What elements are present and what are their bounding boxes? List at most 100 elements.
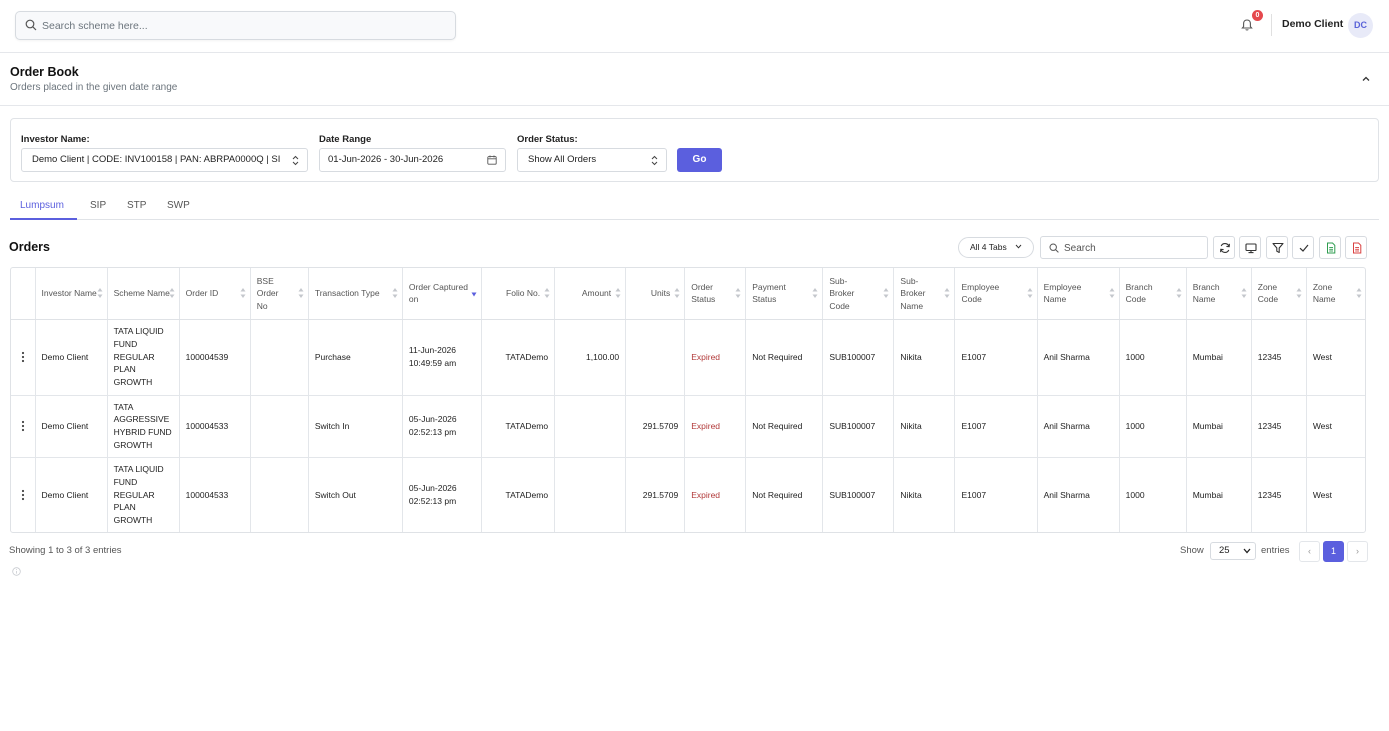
column-header-bse-order-no[interactable]: BSE Order No [250, 268, 309, 320]
info-icon[interactable] [12, 567, 21, 576]
table-search-box[interactable] [1040, 236, 1208, 259]
column-header-label: Order Status [691, 281, 716, 305]
column-header-investor-name[interactable]: Investor Name [35, 268, 108, 320]
order-status-select[interactable]: Show All Orders [517, 148, 667, 172]
table-search-input[interactable] [1064, 241, 1204, 255]
cell-employee-name: Anil Sharma [1037, 395, 1120, 458]
orders-table-container: Investor Name Scheme Name Order ID BSE O… [10, 267, 1366, 533]
tab-swp[interactable]: SWP [167, 200, 190, 211]
select-button[interactable] [1292, 236, 1314, 259]
chevron-down-icon [1243, 548, 1251, 554]
table-row[interactable]: Demo Client TATA LIQUID FUND REGULAR PLA… [11, 457, 1365, 532]
page-header: Order Book Orders placed in the given da… [0, 53, 1389, 106]
column-header-units[interactable]: Units [625, 268, 686, 320]
top-bar: 0 Demo Client DC [0, 0, 1389, 53]
column-header-sub-broker-name[interactable]: Sub-Broker Name [893, 268, 956, 320]
column-header-employee-name[interactable]: Employee Name [1037, 268, 1120, 320]
page-size-value: 25 [1219, 545, 1230, 556]
table-row[interactable]: Demo Client TATA AGGRESSIVE HYBRID FUND … [11, 395, 1365, 458]
kebab-menu-icon[interactable] [21, 351, 25, 363]
column-header-order-captured-on[interactable]: Order Captured on [402, 268, 482, 320]
cell-units [625, 319, 686, 396]
cell-order-id: 100004539 [179, 319, 251, 396]
notification-count-badge: 0 [1252, 10, 1263, 21]
cell-employee-code: E1007 [954, 457, 1038, 532]
sort-icon [392, 288, 398, 298]
cell-bse-order-no [250, 395, 309, 458]
column-header-payment-status[interactable]: Payment Status [745, 268, 824, 320]
cell-zone-code: 12345 [1251, 395, 1307, 458]
column-header-label: BSE Order No [256, 275, 279, 311]
table-row[interactable]: Demo Client TATA LIQUID FUND REGULAR PLA… [11, 319, 1365, 396]
active-tab-indicator [10, 218, 77, 220]
cell-amount: 1,100.00 [554, 319, 627, 396]
kebab-menu-icon[interactable] [21, 489, 25, 501]
sort-icon [883, 288, 889, 298]
table-header-row: Investor Name Scheme Name Order ID BSE O… [11, 268, 1365, 320]
date-range-input[interactable]: 01-Jun-2026 - 30-Jun-2026 [319, 148, 506, 172]
column-header-order-status[interactable]: Order Status [684, 268, 747, 320]
order-type-tabs: Lumpsum SIP STP SWP [10, 192, 1379, 220]
cell-folio-no: TATADemo [481, 395, 556, 458]
sort-icon [298, 288, 304, 298]
investor-name-select[interactable]: Demo Client | CODE: INV100158 | PAN: ABR… [21, 148, 308, 172]
cell-units: 291.5709 [625, 457, 686, 532]
sort-icon [1356, 288, 1362, 298]
notification-bell-icon[interactable] [1240, 18, 1254, 32]
cell-zone-code: 12345 [1251, 319, 1307, 396]
cell-scheme-name: TATA LIQUID FUND REGULAR PLAN GROWTH [107, 319, 180, 396]
column-header-label: Investor Name [41, 288, 97, 298]
column-header-branch-code[interactable]: Branch Code [1119, 268, 1187, 320]
column-header-label: Folio No. [506, 288, 541, 298]
cell-investor-name: Demo Client [35, 457, 108, 532]
column-header-amount[interactable]: Amount [554, 268, 627, 320]
cell-employee-code: E1007 [954, 395, 1038, 458]
column-header-order-id[interactable]: Order ID [179, 268, 251, 320]
filter-button[interactable] [1266, 236, 1288, 259]
kebab-menu-icon[interactable] [21, 420, 25, 432]
column-header-label: Order ID [185, 288, 219, 298]
page-size-select[interactable]: 25 [1210, 542, 1256, 560]
column-header-folio-no[interactable]: Folio No. [481, 268, 556, 320]
pdf-file-icon [1353, 242, 1362, 254]
column-header-transaction-type[interactable]: Transaction Type [308, 268, 403, 320]
row-actions-cell[interactable] [11, 319, 36, 396]
column-header-actions [11, 268, 36, 320]
tab-lumpsum[interactable]: Lumpsum [20, 200, 64, 211]
tab-sip[interactable]: SIP [90, 200, 106, 211]
go-button[interactable]: Go [677, 148, 722, 172]
column-header-scheme-name[interactable]: Scheme Name [107, 268, 180, 320]
all-tabs-dropdown[interactable]: All 4 Tabs [958, 237, 1034, 258]
row-actions-cell[interactable] [11, 457, 36, 532]
column-header-zone-name[interactable]: Zone Name [1306, 268, 1365, 320]
chevron-up-icon[interactable] [1361, 74, 1371, 84]
cell-bse-order-no [250, 319, 309, 396]
column-view-button[interactable] [1239, 236, 1261, 259]
column-header-sub-broker-code[interactable]: Sub-Broker Code [822, 268, 895, 320]
column-header-zone-code[interactable]: Zone Code [1251, 268, 1307, 320]
column-header-branch-name[interactable]: Branch Name [1186, 268, 1252, 320]
row-actions-cell[interactable] [11, 395, 36, 458]
scheme-search-box[interactable] [15, 11, 456, 40]
sort-icon [1027, 288, 1033, 298]
cell-folio-no: TATADemo [481, 457, 556, 532]
cell-branch-name: Mumbai [1186, 319, 1252, 396]
cell-order-captured-on: 11-Jun-2026 10:49:59 am [402, 319, 482, 396]
cell-payment-status: Not Required [745, 395, 824, 458]
cell-amount [554, 395, 627, 458]
pagination-page-1[interactable]: 1 [1323, 541, 1344, 562]
tab-stp[interactable]: STP [127, 200, 146, 211]
column-header-employee-code[interactable]: Employee Code [954, 268, 1038, 320]
user-avatar[interactable]: DC [1348, 13, 1373, 38]
user-name[interactable]: Demo Client [1282, 18, 1343, 30]
pagination-prev-button[interactable]: ‹ [1299, 541, 1320, 562]
pagination-next-button[interactable]: › [1347, 541, 1368, 562]
refresh-button[interactable] [1213, 236, 1235, 259]
export-excel-button[interactable] [1319, 236, 1341, 259]
column-header-label: Zone Name [1312, 281, 1336, 305]
cell-sub-broker-code: SUB100007 [822, 395, 895, 458]
export-pdf-button[interactable] [1345, 236, 1367, 259]
entries-summary: Showing 1 to 3 of 3 entries [9, 545, 122, 556]
scheme-search-input[interactable] [42, 17, 442, 35]
cell-scheme-name: TATA LIQUID FUND REGULAR PLAN GROWTH [107, 457, 180, 532]
